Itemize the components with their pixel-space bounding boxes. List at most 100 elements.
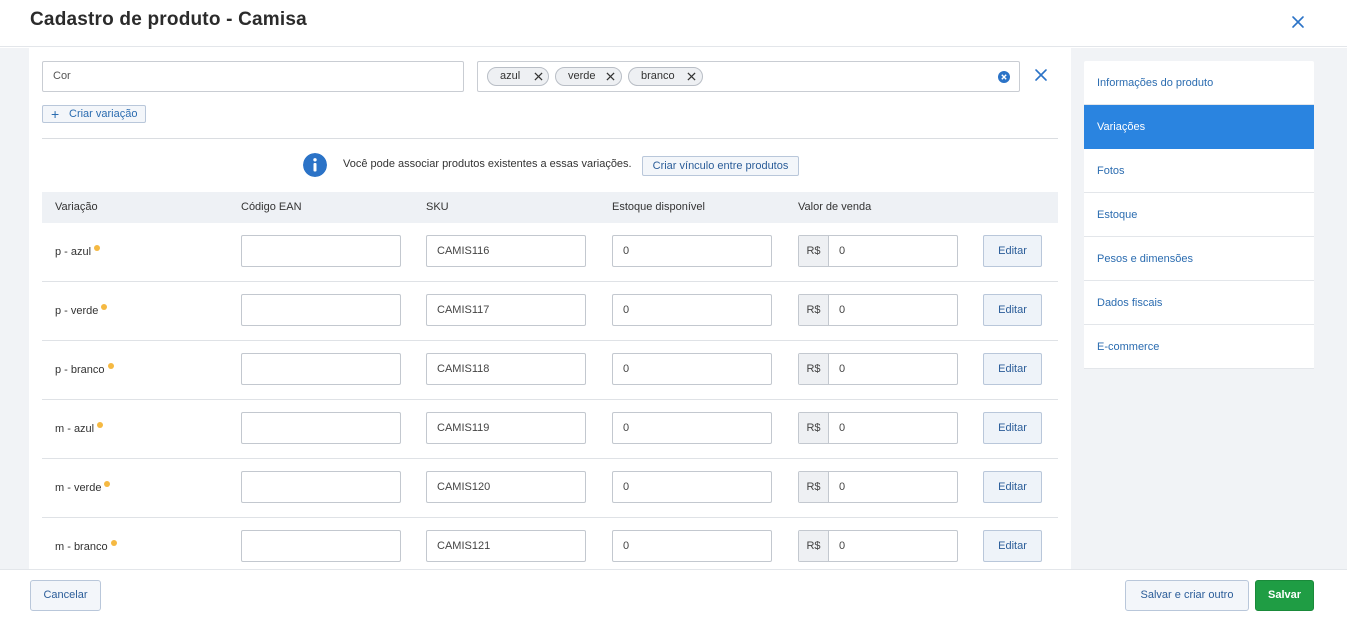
sidebar-item[interactable]: E-commerce [1084, 325, 1314, 369]
tag-label: azul [500, 70, 521, 82]
col-price: Valor de venda [798, 201, 872, 213]
variation-label: p - verde [55, 305, 99, 317]
edit-button[interactable]: Editar [983, 530, 1042, 562]
sidebar-item[interactable]: Pesos e dimensões [1084, 237, 1314, 281]
edit-button[interactable]: Editar [983, 235, 1042, 267]
variation-label: p - azul [55, 246, 92, 258]
variation-name: p - verde [55, 304, 108, 317]
sidebar-item[interactable]: Variações [1084, 105, 1314, 149]
edit-button[interactable]: Editar [983, 353, 1042, 385]
save-button[interactable]: Salvar [1255, 580, 1314, 611]
stock-input[interactable]: 0 [612, 353, 772, 385]
stock-input[interactable]: 0 [612, 235, 772, 267]
ean-input[interactable] [241, 235, 401, 267]
x-icon[interactable] [534, 72, 543, 81]
divider [42, 138, 1058, 139]
cancel-button[interactable]: Cancelar [30, 580, 101, 611]
attribute-name-input[interactable]: Cor [42, 61, 464, 92]
price-input[interactable]: R$ 0 [798, 412, 958, 444]
modal-footer: Cancelar Salvar e criar outro Salvar [0, 569, 1347, 618]
price-input[interactable]: R$ 0 [798, 235, 958, 267]
table-row: p - azul CAMIS116 0 R$ 0 Editar [42, 223, 1058, 282]
sku-input[interactable]: CAMIS118 [426, 353, 586, 385]
close-icon[interactable] [1288, 12, 1308, 32]
price-input[interactable]: R$ 0 [798, 471, 958, 503]
ean-input[interactable] [241, 353, 401, 385]
table-row: m - branco CAMIS121 0 R$ 0 Editar [42, 518, 1058, 569]
status-dot-icon [104, 481, 111, 487]
ean-input[interactable] [241, 294, 401, 326]
modal-header: Cadastro de produto - Camisa [0, 0, 1347, 47]
price-value: 0 [839, 422, 846, 434]
sku-input[interactable]: CAMIS117 [426, 294, 586, 326]
stock-input[interactable]: 0 [612, 294, 772, 326]
edit-button[interactable]: Editar [983, 294, 1042, 326]
save-and-new-button[interactable]: Salvar e criar outro [1125, 580, 1249, 611]
price-input[interactable]: R$ 0 [798, 353, 958, 385]
variation-name: m - azul [55, 422, 104, 435]
tag-azul: azul [487, 67, 549, 86]
variation-label: m - branco [55, 541, 108, 553]
table-row: p - branco CAMIS118 0 R$ 0 Editar [42, 341, 1058, 400]
tag-branco: branco [628, 67, 703, 86]
attribute-values-input[interactable]: azul verde branco [477, 61, 1020, 92]
sku-input[interactable]: CAMIS116 [426, 235, 586, 267]
ean-input[interactable] [241, 471, 401, 503]
ean-input[interactable] [241, 530, 401, 562]
edit-button[interactable]: Editar [983, 471, 1042, 503]
status-dot-icon [94, 245, 101, 251]
status-dot-icon [110, 540, 117, 546]
variation-label: m - azul [55, 423, 95, 435]
plus-icon: + [51, 106, 60, 122]
table-row: m - azul CAMIS119 0 R$ 0 Editar [42, 400, 1058, 459]
sidebar-item[interactable]: Dados fiscais [1084, 281, 1314, 325]
status-dot-icon [101, 304, 108, 310]
price-value: 0 [839, 481, 846, 493]
stock-input[interactable]: 0 [612, 530, 772, 562]
remove-attribute-icon[interactable] [1034, 68, 1048, 82]
clear-circle-icon[interactable] [998, 71, 1010, 83]
currency-prefix: R$ [799, 295, 829, 325]
info-message: Você pode associar produtos existentes a… [343, 158, 632, 170]
section-nav: Informações do produto Variações Fotos Esto… [1084, 61, 1314, 369]
tag-verde: verde [555, 67, 622, 86]
x-icon[interactable] [606, 72, 615, 81]
currency-prefix: R$ [799, 354, 829, 384]
sidebar-item[interactable]: Informações do produto [1084, 61, 1314, 105]
price-input[interactable]: R$ 0 [798, 530, 958, 562]
table-header: Variação Código EAN SKU Estoque disponív… [42, 192, 1058, 223]
variation-name: p - azul [55, 245, 101, 258]
price-value: 0 [839, 540, 846, 552]
currency-prefix: R$ [799, 531, 829, 561]
col-variation: Variação [55, 201, 98, 213]
info-icon [303, 153, 327, 177]
currency-prefix: R$ [799, 413, 829, 443]
create-variation-button[interactable]: + Criar variação [42, 105, 146, 123]
link-products-button[interactable]: Criar vínculo entre produtos [642, 156, 799, 176]
sidebar-item[interactable]: Estoque [1084, 193, 1314, 237]
stock-input[interactable]: 0 [612, 471, 772, 503]
status-dot-icon [107, 363, 114, 369]
tag-label: verde [568, 70, 596, 82]
ean-input[interactable] [241, 412, 401, 444]
price-input[interactable]: R$ 0 [798, 294, 958, 326]
variation-label: m - verde [55, 482, 102, 494]
create-variation-label: Criar variação [69, 108, 138, 120]
sidebar-item[interactable]: Fotos [1084, 149, 1314, 193]
variation-name: m - branco [55, 540, 117, 553]
price-value: 0 [839, 245, 846, 257]
col-stock: Estoque disponível [612, 201, 705, 213]
x-icon[interactable] [687, 72, 696, 81]
sku-input[interactable]: CAMIS119 [426, 412, 586, 444]
variations-panel: Cor azul verde branco + Criar variação V… [29, 48, 1071, 569]
variation-label: p - branco [55, 364, 105, 376]
edit-button[interactable]: Editar [983, 412, 1042, 444]
variation-name: p - branco [55, 363, 114, 376]
variation-name: m - verde [55, 481, 111, 494]
sku-input[interactable]: CAMIS121 [426, 530, 586, 562]
table-row: p - verde CAMIS117 0 R$ 0 Editar [42, 282, 1058, 341]
col-sku: SKU [426, 201, 449, 213]
sku-input[interactable]: CAMIS120 [426, 471, 586, 503]
stock-input[interactable]: 0 [612, 412, 772, 444]
currency-prefix: R$ [799, 236, 829, 266]
